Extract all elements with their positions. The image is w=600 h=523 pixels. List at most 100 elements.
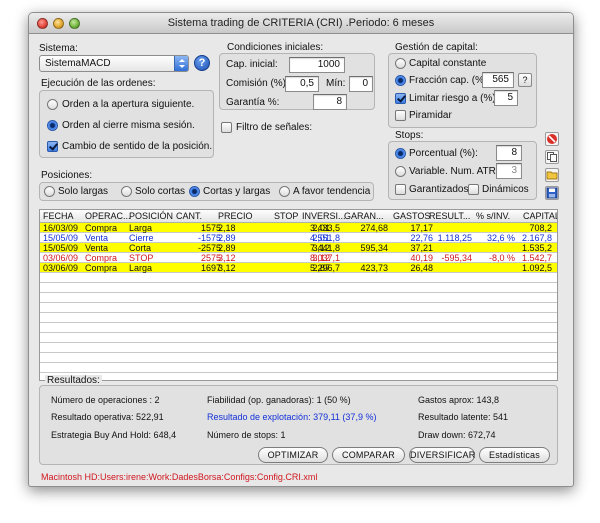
cap-inicial-field[interactable]: 1000 — [289, 57, 345, 73]
table-cell: 03/06/09 — [43, 263, 79, 273]
fraccion-cap-field[interactable]: 565 — [482, 72, 514, 88]
table-cell: Compra — [85, 223, 118, 233]
col-stop[interactable]: STOP — [274, 211, 298, 221]
capital-constante-label: Capital constante — [409, 58, 487, 69]
comision-field[interactable]: 0,5 — [285, 76, 319, 92]
sistema-selected: SistemaMACD — [45, 58, 111, 69]
table-row[interactable] — [40, 323, 557, 333]
table-cell: 595,34 — [360, 243, 388, 253]
num-operaciones: Número de operaciones : 2 — [51, 395, 160, 405]
table-cell: 37,21 — [410, 243, 433, 253]
posiciones-label: Posiciones: — [41, 170, 93, 181]
col-operacion[interactable]: OPERAC... — [85, 211, 131, 221]
table-row[interactable]: 03/06/09 Compra Larga 1697 3,12 2,87 5.296,7 42… — [40, 263, 557, 273]
table-cell: 7.441,8 — [309, 243, 340, 253]
col-inversion[interactable]: INVERSI... — [302, 211, 346, 221]
table-row[interactable] — [40, 363, 557, 373]
col-precio[interactable]: PRECIO — [218, 211, 253, 221]
sistema-select[interactable]: SistemaMACD — [39, 55, 189, 72]
cambio-sentido-checkbox[interactable] — [47, 141, 58, 152]
cambio-sentido-label: Cambio de sentido de la posición. — [62, 141, 213, 152]
table-cell: 3,12 — [218, 263, 236, 273]
buy-and-hold: Estrategia Buy And Hold: 648,4 — [51, 430, 177, 440]
table-row[interactable] — [40, 343, 557, 353]
table-cell: 1.535,2 — [521, 243, 552, 253]
estadisticas-button[interactable]: Estadísticas — [479, 447, 550, 463]
col-posicion[interactable]: POSICIÓN — [129, 211, 173, 221]
question-icon[interactable]: ? — [194, 55, 210, 71]
table-row[interactable]: 15/05/09 Venta Cierre -1575 2,89 2,01 4.551,8 2… — [40, 233, 557, 243]
table-cell: 2,89 — [218, 243, 236, 253]
table-row[interactable] — [40, 283, 557, 293]
fraccion-help-button[interactable]: ? — [518, 73, 532, 87]
table-cell: 17,17 — [410, 223, 433, 233]
table-row[interactable] — [40, 273, 557, 283]
col-resultado[interactable]: RESULT... — [429, 211, 470, 221]
draw-down: Draw down: 672,74 — [418, 430, 496, 440]
col-garantia[interactable]: GARAN... — [344, 211, 384, 221]
table-row[interactable] — [40, 353, 557, 363]
table-cell: Larga — [129, 223, 153, 233]
table-row[interactable] — [40, 333, 557, 343]
variable-atr-field[interactable]: 3 — [496, 163, 522, 179]
col-gastos[interactable]: GASTOS — [393, 211, 430, 221]
table-cell: 40,19 — [410, 253, 433, 263]
folder-icon[interactable] — [545, 168, 559, 182]
table-cell: Compra — [85, 253, 118, 263]
gastos-aprox: Gastos aprox: 143,8 — [418, 395, 500, 405]
limitar-riesgo-checkbox[interactable] — [395, 93, 406, 104]
variable-atr-radio[interactable] — [395, 166, 406, 177]
comparar-button[interactable]: COMPARAR — [332, 447, 405, 463]
piramidar-checkbox[interactable] — [395, 110, 406, 121]
table-row[interactable] — [40, 303, 557, 313]
cortas-largas-label: Cortas y largas — [203, 186, 271, 197]
solo-cortas-radio[interactable] — [121, 186, 132, 197]
stop-icon[interactable] — [545, 132, 559, 146]
minimo-field[interactable]: 0 — [349, 76, 373, 92]
dinamicos-checkbox[interactable] — [468, 184, 479, 195]
col-capital[interactable]: CAPITAL — [523, 211, 557, 221]
table-row[interactable] — [40, 293, 557, 303]
cap-inicial-label: Cap. inicial: — [226, 59, 278, 70]
piramidar-label: Piramidar — [409, 110, 452, 121]
table-cell: 03/06/09 — [43, 253, 79, 263]
porcentual-field[interactable]: 8 — [496, 145, 522, 161]
garantizados-checkbox[interactable] — [395, 184, 406, 195]
table-cell: 32,6 % — [486, 233, 515, 243]
col-fecha[interactable]: FECHA — [43, 211, 74, 221]
table-cell: 26,48 — [410, 263, 433, 273]
condiciones-label: Condiciones iniciales: — [227, 42, 324, 53]
col-cantidad[interactable]: CANT. — [176, 211, 202, 221]
table-cell: 423,73 — [360, 263, 388, 273]
save-icon[interactable] — [545, 186, 559, 200]
table-row[interactable]: 03/06/09 Compra STOP 2575 3,12 3,12 8.037,1 40,… — [40, 253, 557, 263]
limitar-riesgo-field[interactable]: 5 — [494, 90, 518, 106]
gestion-label: Gestión de capital: — [395, 42, 478, 53]
optimizar-button[interactable]: OPTIMIZAR — [258, 447, 328, 463]
table-cell: 274,68 — [360, 223, 388, 233]
favor-tendencia-radio[interactable] — [279, 186, 290, 197]
diversificar-button[interactable]: DIVERSIFICAR — [409, 447, 475, 463]
table-row[interactable]: 15/05/09 Venta Corta -2575 2,89 3,12 7.441,8 59… — [40, 243, 557, 253]
garantizados-label: Garantizados — [409, 184, 469, 195]
col-porcentaje[interactable]: % s/INV. — [476, 211, 510, 221]
table-cell: 2,89 — [218, 233, 236, 243]
capital-constante-radio[interactable] — [395, 58, 406, 69]
table-cell: 1.542,7 — [521, 253, 552, 263]
table-row[interactable] — [40, 313, 557, 323]
resultado-operativa: Resultado operativa: 522,91 — [51, 412, 164, 422]
orden-cierre-radio[interactable] — [47, 120, 58, 131]
table-cell: Compra — [85, 263, 118, 273]
porcentual-radio[interactable] — [395, 148, 406, 159]
garantia-field[interactable]: 8 — [313, 94, 347, 110]
filtro-senales-checkbox[interactable] — [221, 122, 232, 133]
fraccion-cap-radio[interactable] — [395, 75, 406, 86]
orden-apertura-radio[interactable] — [47, 99, 58, 110]
table-cell: Venta — [85, 233, 109, 243]
table-row[interactable]: 16/03/09 Compra Larga 1575 2,18 2,01 3.433,5 27… — [40, 223, 557, 233]
sistema-label: Sistema: — [39, 43, 78, 54]
resultado-latente: Resultado latente: 541 — [418, 412, 509, 422]
solo-largas-radio[interactable] — [44, 186, 55, 197]
copy-icon[interactable] — [545, 150, 559, 164]
cortas-largas-radio[interactable] — [189, 186, 200, 197]
